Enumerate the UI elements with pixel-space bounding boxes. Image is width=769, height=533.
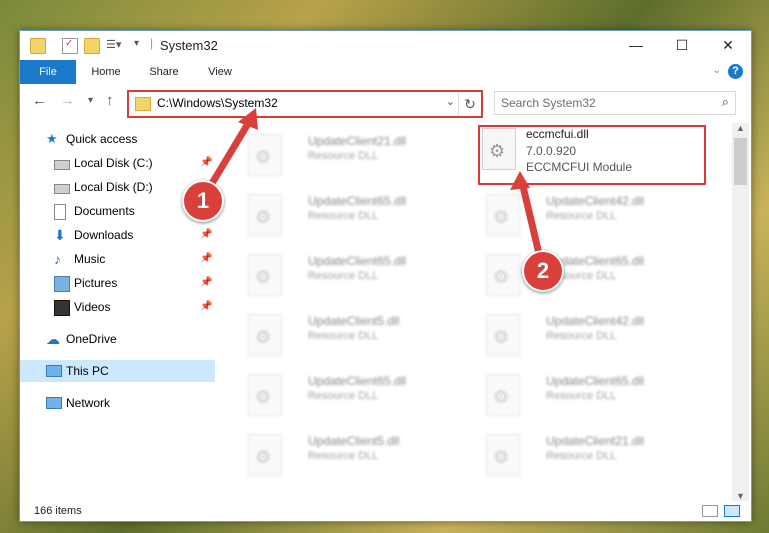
arrow-2-head bbox=[510, 171, 530, 190]
annotation-marker-2: 2 bbox=[522, 250, 564, 292]
annotation-marker-1: 1 bbox=[182, 180, 224, 222]
arrow-2-line bbox=[518, 178, 544, 262]
annotation-arrows bbox=[204, 108, 544, 262]
arrow-1-line bbox=[204, 113, 256, 194]
